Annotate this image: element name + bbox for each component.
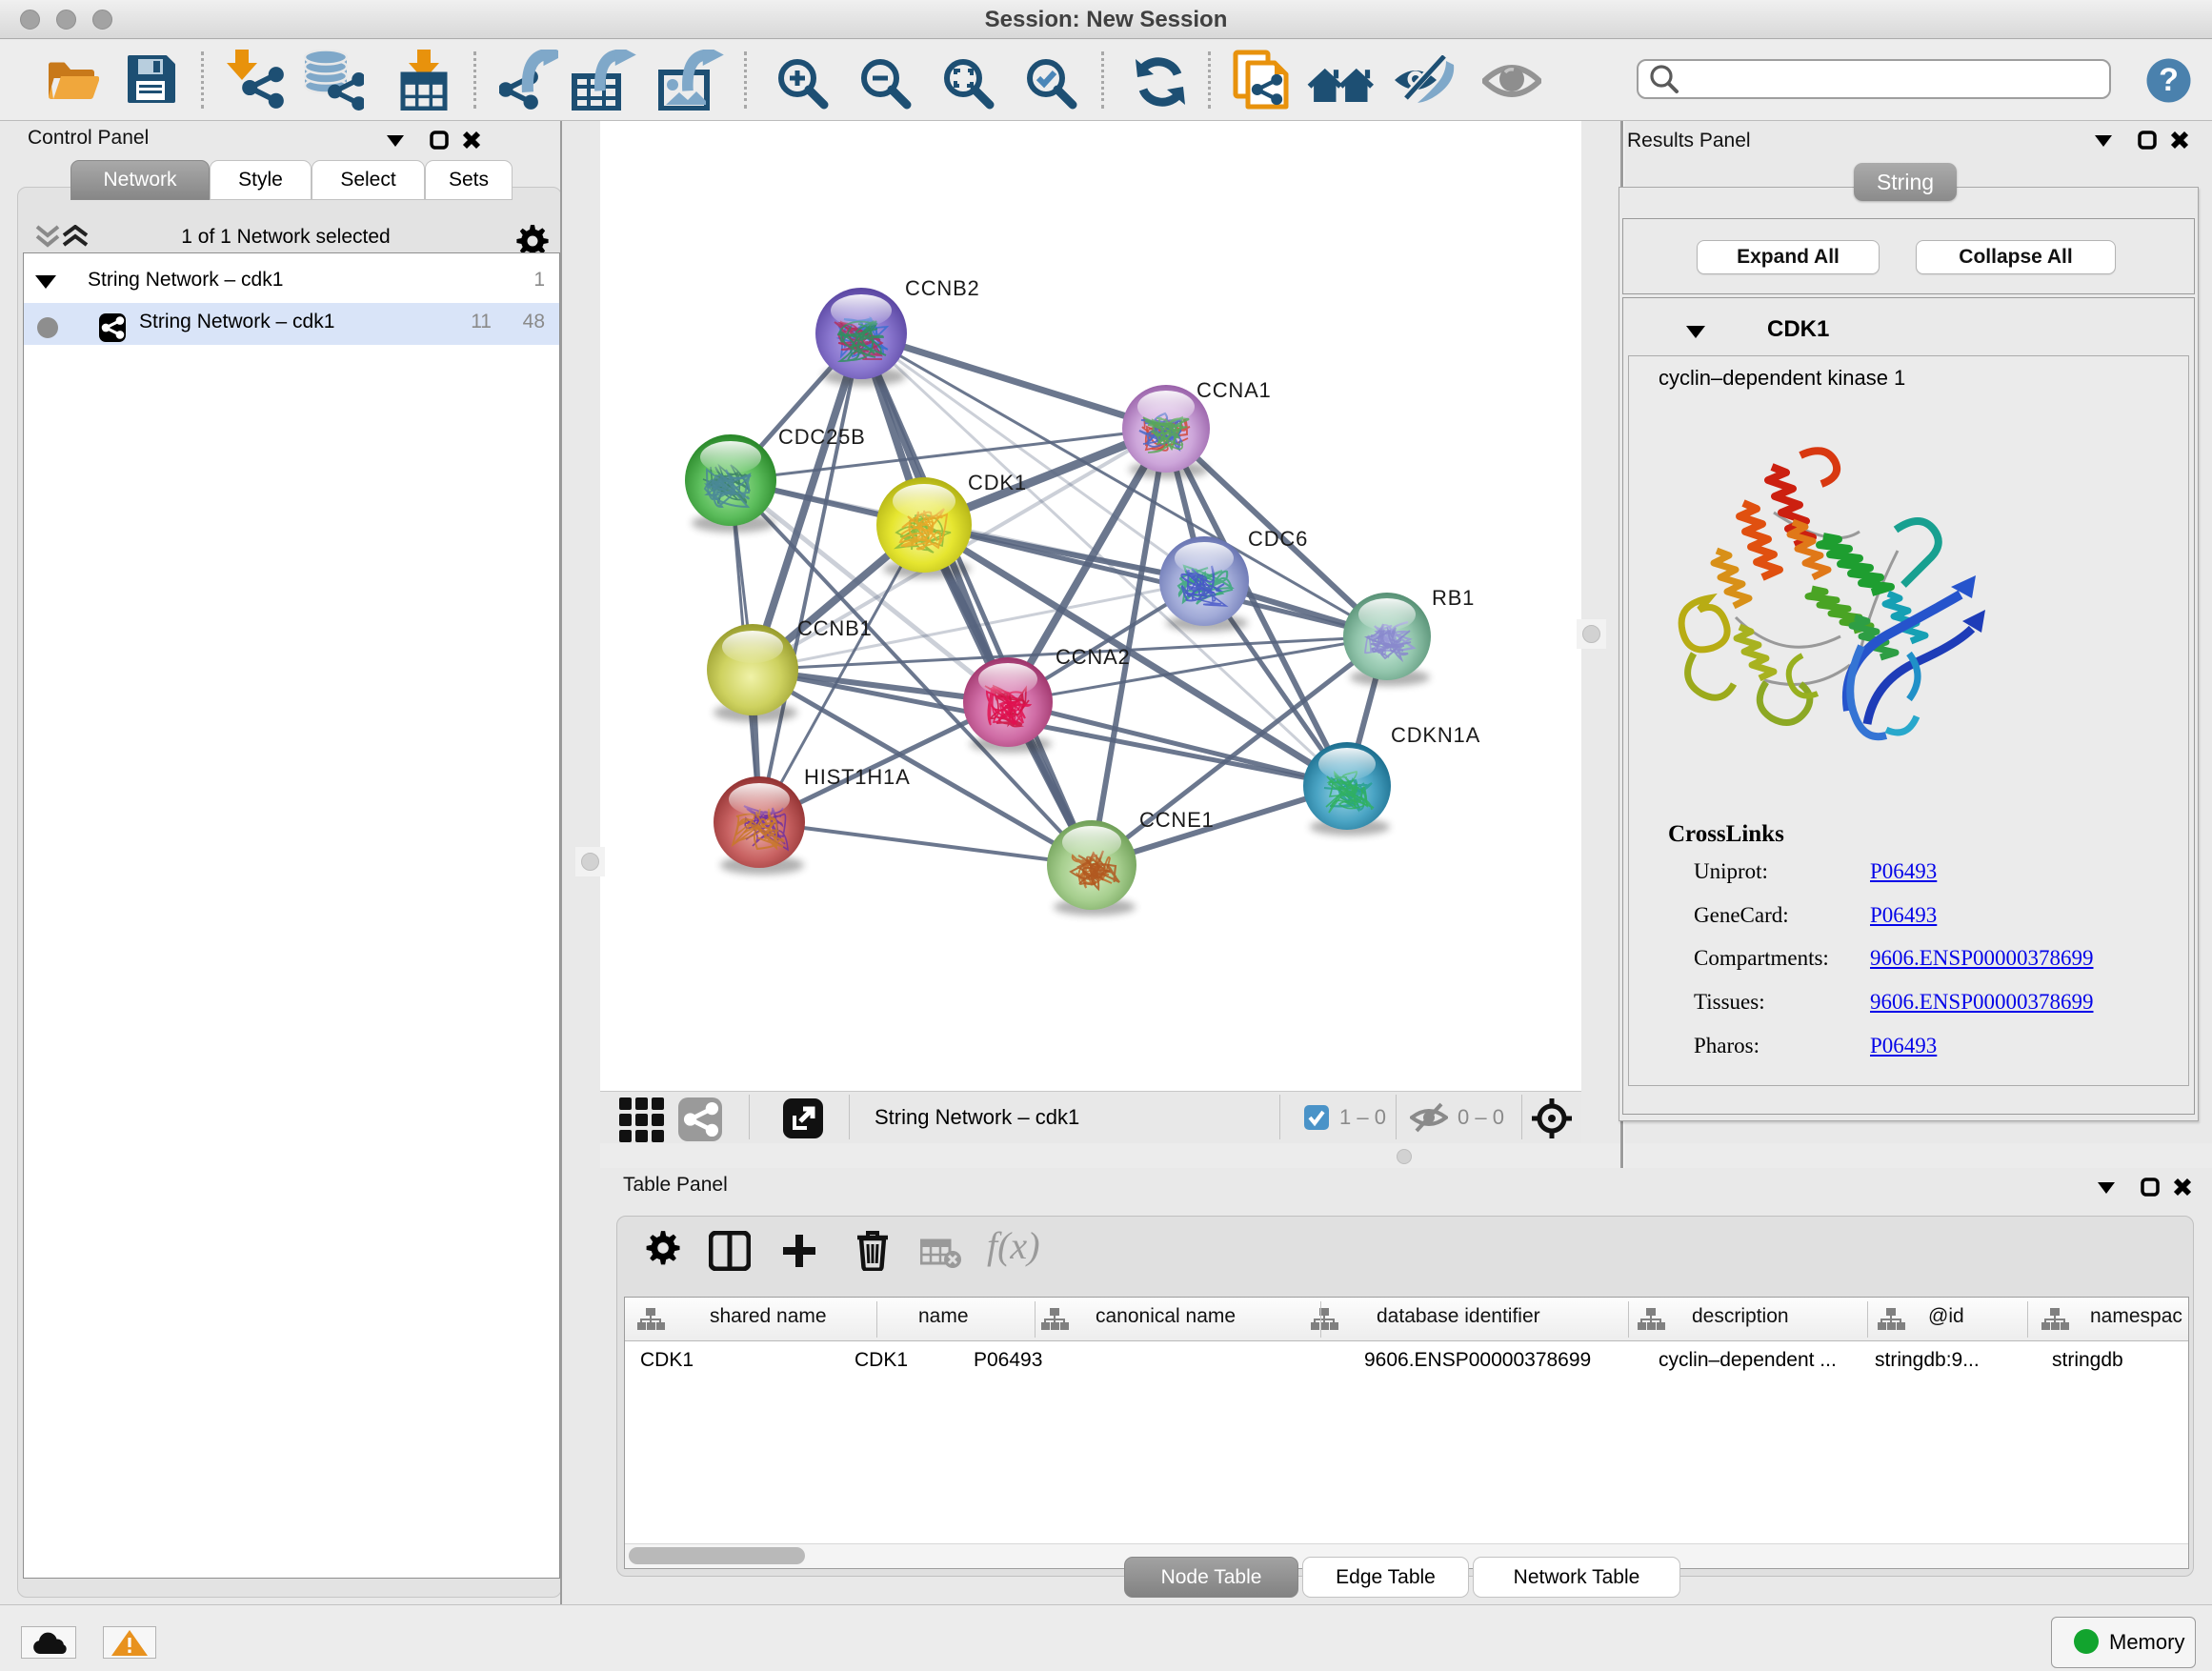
svg-text:CCNB1: CCNB1 bbox=[797, 616, 873, 640]
svg-text:CDK1: CDK1 bbox=[968, 471, 1027, 494]
svg-text:CDKN1A: CDKN1A bbox=[1391, 723, 1480, 747]
svg-text:CCNB2: CCNB2 bbox=[905, 276, 980, 300]
svg-text:RB1: RB1 bbox=[1432, 586, 1475, 610]
svg-text:CCNA1: CCNA1 bbox=[1196, 378, 1272, 402]
svg-text:HIST1H1A: HIST1H1A bbox=[804, 765, 911, 789]
svg-text:CCNA2: CCNA2 bbox=[1056, 645, 1131, 669]
svg-text:CCNE1: CCNE1 bbox=[1139, 808, 1215, 832]
svg-text:CDC25B: CDC25B bbox=[778, 425, 866, 449]
svg-text:CDC6: CDC6 bbox=[1248, 527, 1308, 551]
svg-text:?: ? bbox=[2159, 62, 2179, 98]
